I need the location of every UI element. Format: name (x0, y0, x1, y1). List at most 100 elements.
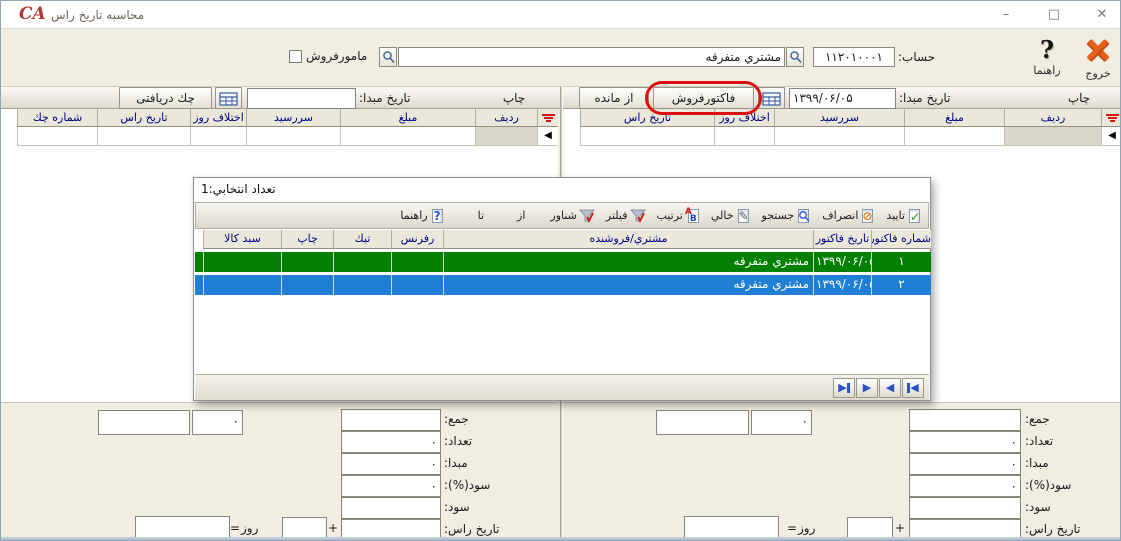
close-button[interactable]: ✕ (1085, 1, 1119, 28)
grid-cell (1004, 127, 1101, 146)
column-header[interactable]: رديف (475, 109, 537, 127)
grid-cell (774, 127, 904, 146)
tick-cell (333, 252, 391, 272)
agent-search-button[interactable] (379, 47, 397, 67)
equals-sign: = (787, 521, 797, 535)
exit-label: خروج (1077, 67, 1119, 80)
from-button[interactable]: از (517, 209, 525, 222)
filter-button[interactable] (1101, 109, 1121, 127)
column-header[interactable]: تاريخ فاكتور (813, 230, 871, 249)
profit-field (909, 497, 1021, 519)
column-header[interactable]: اختلاف روز (190, 109, 246, 127)
column-header[interactable]: چاپ (281, 230, 333, 249)
grid-cell (246, 127, 340, 146)
invoice-list: شماره فاكتور تاريخ فاكتور مشتري/فروشنده … (195, 230, 931, 295)
invoice-row-selected[interactable]: ۱ ۱۳۹۹/۰۶/۰۵ مشتري متفرقه (195, 252, 931, 272)
sum-field (909, 409, 1021, 431)
float-filter-button[interactable]: شناور (550, 208, 595, 224)
grid-cell (580, 127, 714, 146)
account-field[interactable]: ۱۱۲۰۱۰۰۰۱ (813, 47, 895, 67)
dialog-help-button[interactable]: ? راهنما (400, 208, 444, 224)
column-header[interactable]: سررسيد (246, 109, 340, 127)
result-date-field (684, 516, 779, 539)
print-cell (281, 275, 333, 295)
calendar-button-right[interactable] (758, 87, 785, 109)
profit-pct-label: سود(%): (1025, 478, 1071, 492)
minimize-button[interactable]: – (989, 1, 1023, 28)
sales-agent-checkbox[interactable] (289, 50, 302, 63)
to-button[interactable]: تا (478, 209, 484, 222)
day-count-field[interactable] (847, 517, 893, 539)
column-header[interactable]: سبد كالا (203, 230, 281, 249)
sum-extra-count-field: ۰ (192, 410, 243, 435)
profit-pct-label: سود(%): (444, 478, 490, 492)
column-header[interactable]: شماره چك (17, 109, 97, 127)
start-date-field-right[interactable]: ۱۳۹۹/۰۶/۰۵ (789, 88, 896, 109)
profit-pct-field[interactable]: ۰ (909, 475, 1021, 497)
sales-agent-label: مامورفروش (306, 49, 367, 63)
column-header[interactable]: شماره فاكتور (871, 230, 931, 249)
exit-button[interactable]: خروج (1077, 37, 1119, 80)
highlight-annotation (645, 81, 762, 115)
basket-cell (203, 275, 281, 295)
confirm-button[interactable]: ✓ تاييد (886, 208, 922, 224)
result-date-field (135, 516, 230, 539)
nav-last-button[interactable]: ▶ (833, 378, 855, 398)
clear-icon: ✎ (736, 208, 751, 224)
column-header[interactable]: سررسيد (774, 109, 904, 127)
grid-cell (475, 127, 537, 146)
basket-cell (203, 252, 281, 272)
nav-next-button[interactable]: ▶ (856, 378, 878, 398)
sort-button[interactable]: AB ترتيب (657, 208, 700, 224)
maximize-button[interactable]: □ (1037, 1, 1071, 28)
cancel-icon: ⊘ (860, 208, 875, 224)
received-check-button[interactable]: چك دريافتى (119, 87, 212, 109)
column-header[interactable]: تيك (333, 230, 391, 249)
filter-button[interactable] (537, 109, 558, 127)
sum-extra-count-field: ۰ (751, 410, 812, 435)
customer-search-button[interactable] (786, 47, 804, 67)
day-count-field[interactable] (282, 517, 327, 539)
grid-header-row: رديف مبلغ سررسيد اختلاف روز تاريخ راس شم… (17, 109, 558, 127)
clear-button[interactable]: ✎ خالي (711, 208, 751, 224)
nav-prev-button[interactable]: ◀ (879, 378, 901, 398)
print-button-left[interactable]: چاپ (489, 91, 539, 105)
column-header[interactable]: رديف (1004, 109, 1101, 127)
customer-field[interactable]: مشتري متفرقه (398, 47, 785, 67)
selected-count-label: تعداد انتخابي:1 (201, 182, 276, 196)
sum-label: جمع: (444, 412, 469, 426)
column-header[interactable]: مبلغ (340, 109, 475, 127)
column-header[interactable]: تاريخ راس (97, 109, 190, 127)
count-field: ۰ (909, 431, 1021, 453)
origin-field[interactable]: ۰ (341, 453, 441, 475)
print-button-right[interactable]: چاپ (1049, 91, 1109, 105)
cancel-button[interactable]: ⊘ انصراف (822, 208, 875, 224)
dialog-footer: ▶ ▶ ◀ ◀ (195, 374, 929, 400)
count-label: تعداد: (1025, 434, 1053, 448)
day-label: روز (798, 521, 815, 535)
profit-field (341, 497, 441, 519)
calendar-icon (762, 92, 781, 106)
filter-button[interactable]: فيلتر (606, 208, 646, 224)
search-icon (789, 50, 802, 64)
profit-pct-field[interactable]: ۰ (341, 475, 441, 497)
start-date-field-left[interactable] (247, 88, 356, 109)
column-header[interactable]: مشتري/فروشنده (443, 230, 813, 249)
column-header[interactable]: رفرنس (391, 230, 443, 249)
window-title: محاسبه تاريخ راس (51, 8, 144, 22)
count-label: تعداد: (444, 434, 472, 448)
dialog-toolbar: ✓ تاييد ⊘ انصراف جستجو ✎ خالي (195, 202, 929, 229)
grid-cell (17, 127, 97, 146)
help-button[interactable]: ? راهنما (1023, 37, 1071, 77)
funnel-icon (579, 208, 595, 224)
column-header[interactable]: مبلغ (904, 109, 1004, 127)
start-date-label-left: تاريخ مبدا: (359, 91, 410, 105)
grid-empty-row[interactable]: ◀ (17, 127, 558, 146)
origin-field[interactable]: ۰ (909, 453, 1021, 475)
calendar-button-left[interactable] (215, 87, 242, 109)
search-button[interactable]: جستجو (762, 208, 812, 224)
from-balance-button[interactable]: از مانده (579, 87, 649, 109)
nav-first-button[interactable]: ◀ (902, 378, 924, 398)
invoice-row[interactable]: ۲ ۱۳۹۹/۰۶/۰۵ مشتري متفرقه (195, 275, 931, 295)
grid-empty-row[interactable]: ◀ (580, 127, 1121, 146)
